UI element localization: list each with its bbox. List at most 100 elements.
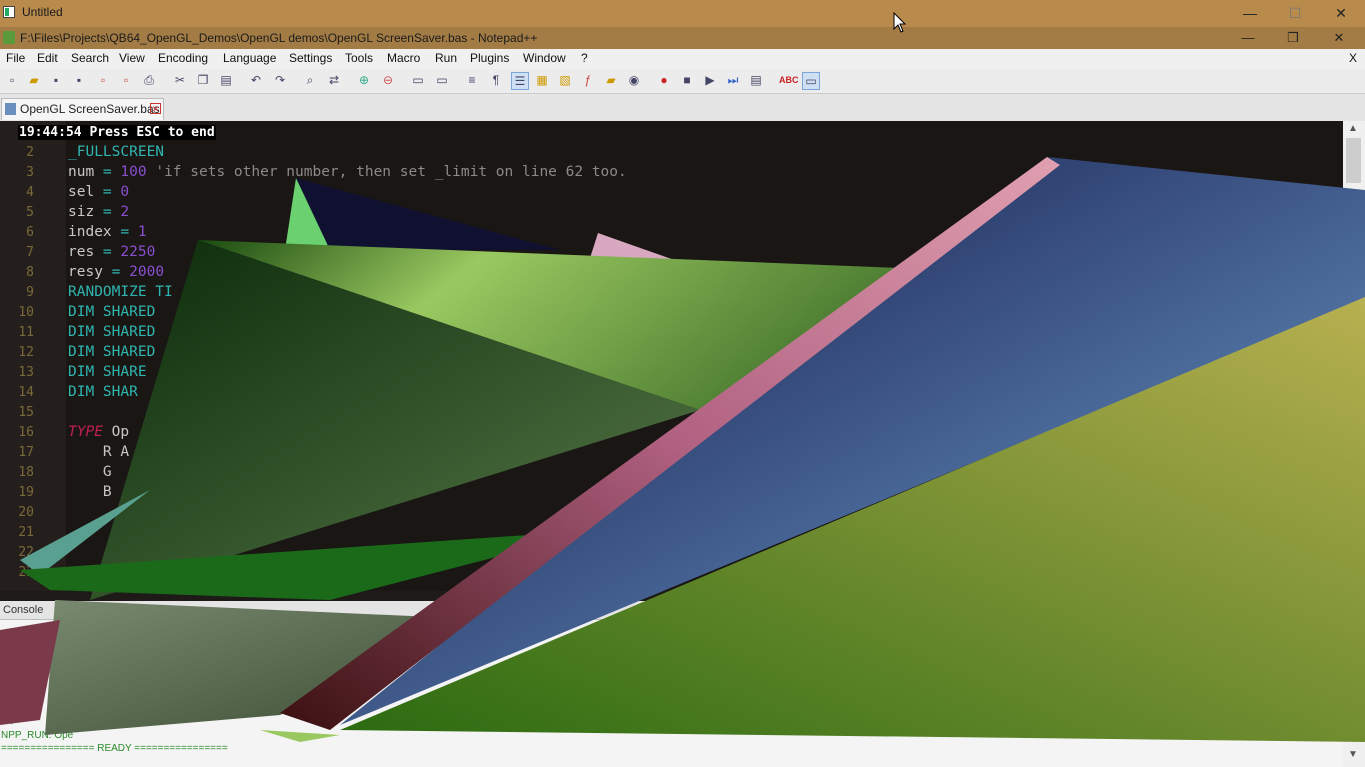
record-macro-icon[interactable]: ● — [656, 72, 672, 88]
menu-search[interactable]: Search — [71, 51, 109, 65]
cut-icon[interactable]: ✂ — [172, 72, 188, 88]
console-header: Console — [0, 601, 1365, 620]
line-number: 17 — [18, 445, 34, 460]
editor-scrollbar[interactable]: ▲ — [1343, 121, 1365, 591]
code-token: resy — [68, 264, 103, 280]
copy-icon[interactable]: ❐ — [195, 72, 211, 88]
close-all-icon[interactable]: ▫ — [118, 72, 134, 88]
redo-icon[interactable]: ↷ — [272, 72, 288, 88]
monitoring-icon[interactable]: ◉ — [626, 72, 642, 88]
console-scrollbar[interactable]: ▼ — [1343, 741, 1365, 767]
npp-window-title: F:\Files\Projects\QB64_OpenGL_Demos\Open… — [20, 31, 538, 45]
menu-plugins[interactable]: Plugins — [470, 51, 509, 65]
outer-title-bar[interactable]: Untitled — ☐ ✕ — [0, 0, 1365, 27]
minimize-button[interactable]: — — [1227, 0, 1273, 27]
line-number: 14 — [18, 385, 34, 400]
code-line: TYPE Op — [68, 424, 129, 440]
paste-icon[interactable]: ▤ — [218, 72, 234, 88]
zoom-in-icon[interactable]: ⊕ — [356, 72, 372, 88]
console-line: NPP_RUN: Ope — [1, 730, 74, 741]
console-line: Compilin — [1, 691, 40, 702]
mouse-cursor-icon — [893, 12, 907, 33]
menu-run[interactable]: Run — [435, 51, 457, 65]
screensaver-clock-text: 19:44:54 Press ESC to end — [18, 125, 216, 140]
console-icon[interactable]: ▭ — [802, 72, 820, 90]
line-number: 18 — [18, 465, 34, 480]
console-line: Transl — [1, 652, 29, 663]
code-token: = — [94, 244, 121, 260]
code-line: resy = 2000 — [68, 264, 164, 280]
code-line: R A — [68, 444, 130, 460]
line-number: 19 — [18, 485, 34, 500]
code-line: B — [68, 484, 112, 500]
tab-close-icon[interactable]: ✕ — [150, 103, 161, 114]
folder-workspace-icon[interactable]: ▰ — [603, 72, 619, 88]
menu-macro[interactable]: Macro — [387, 51, 420, 65]
menu-close-doc-button[interactable]: X — [1349, 51, 1357, 65]
menu-settings[interactable]: Settings — [289, 51, 332, 65]
console-ready-line: ================ READY ================ — [1, 743, 228, 754]
line-number: 20 — [18, 505, 34, 520]
line-number: 10 — [18, 305, 34, 320]
menu-help[interactable]: ? — [581, 51, 588, 65]
show-all-chars-icon[interactable]: ¶ — [488, 72, 504, 88]
console-line: Outpu — [1, 704, 29, 715]
close-button[interactable]: ✕ — [1318, 0, 1364, 27]
code-token: 1 — [137, 224, 147, 240]
menu-language[interactable]: Language — [223, 51, 276, 65]
sync-h-icon[interactable]: ▭ — [434, 72, 450, 88]
find-icon[interactable]: ⌕ — [302, 72, 318, 88]
npp-title-bar[interactable]: F:\Files\Projects\QB64_OpenGL_Demos\Open… — [0, 27, 1365, 49]
console-panel: Console Beginning Transl [... Compilin O… — [0, 601, 1365, 767]
play-macro-icon[interactable]: ▶ — [702, 72, 718, 88]
close-icon[interactable]: ▫ — [95, 72, 111, 88]
file-icon — [5, 103, 16, 115]
print-icon[interactable]: ⎙ — [141, 72, 157, 88]
function-list-icon[interactable]: ƒ — [580, 72, 596, 88]
code-token: sel — [68, 184, 95, 200]
npp-restore-button[interactable]: ❐ — [1270, 27, 1316, 49]
toolbar: ▫ ▰ ▪ ▪ ▫ ▫ ⎙ ✂ ❐ ▤ ↶ ↷ ⌕ ⇄ ⊕ ⊖ ▭ ▭ ≡ ¶ … — [0, 69, 1365, 94]
spell-check-icon[interactable]: ABC — [779, 72, 799, 88]
menu-file[interactable]: File — [6, 51, 25, 65]
save-icon[interactable]: ▪ — [48, 72, 64, 88]
maximize-button[interactable]: ☐ — [1272, 0, 1318, 27]
zoom-out-icon[interactable]: ⊖ — [380, 72, 396, 88]
scroll-thumb[interactable] — [1346, 138, 1361, 183]
code-token: Op — [102, 424, 130, 440]
user-lang-icon[interactable]: ▦ — [534, 72, 550, 88]
menu-window[interactable]: Window — [523, 51, 566, 65]
code-token: 100 — [120, 164, 147, 180]
code-editor[interactable]: 1'write Petr2_FULLSCREEN3num = 100 'if s… — [0, 121, 1343, 591]
word-wrap-icon[interactable]: ≡ — [464, 72, 480, 88]
code-line: G — [68, 464, 112, 480]
run-macro-multiple-icon[interactable]: ⏭ — [725, 72, 741, 88]
console-line: << — [1, 717, 13, 728]
line-number: 21 — [18, 525, 34, 540]
save-macro-icon[interactable]: ▤ — [748, 72, 764, 88]
line-number: 5 — [26, 205, 34, 220]
replace-icon[interactable]: ⇄ — [326, 72, 342, 88]
line-number: 16 — [18, 425, 34, 440]
code-token: 'if sets other number, then set _limit o… — [146, 164, 627, 180]
indent-guide-icon[interactable]: ☰ — [511, 72, 529, 90]
console-title: Console — [3, 604, 44, 616]
code-token: num — [68, 164, 95, 180]
menu-encoding[interactable]: Encoding — [158, 51, 208, 65]
console-line: [... — [1, 665, 13, 676]
doc-map-icon[interactable]: ▧ — [557, 72, 573, 88]
open-file-icon[interactable]: ▰ — [26, 72, 42, 88]
stop-macro-icon[interactable]: ■ — [679, 72, 695, 88]
npp-minimize-button[interactable]: — — [1225, 27, 1271, 49]
menu-tools[interactable]: Tools — [345, 51, 373, 65]
menu-edit[interactable]: Edit — [37, 51, 58, 65]
scroll-up-icon[interactable]: ▲ — [1348, 123, 1358, 134]
undo-icon[interactable]: ↶ — [248, 72, 264, 88]
scroll-down-icon[interactable]: ▼ — [1348, 749, 1358, 760]
npp-close-button[interactable]: ✕ — [1316, 27, 1362, 49]
sync-v-icon[interactable]: ▭ — [410, 72, 426, 88]
menu-view[interactable]: View — [119, 51, 145, 65]
new-file-icon[interactable]: ▫ — [4, 72, 20, 88]
tab-opengl-screensaver[interactable]: OpenGL ScreenSaver.bas ✕ — [1, 98, 164, 120]
save-all-icon[interactable]: ▪ — [71, 72, 87, 88]
